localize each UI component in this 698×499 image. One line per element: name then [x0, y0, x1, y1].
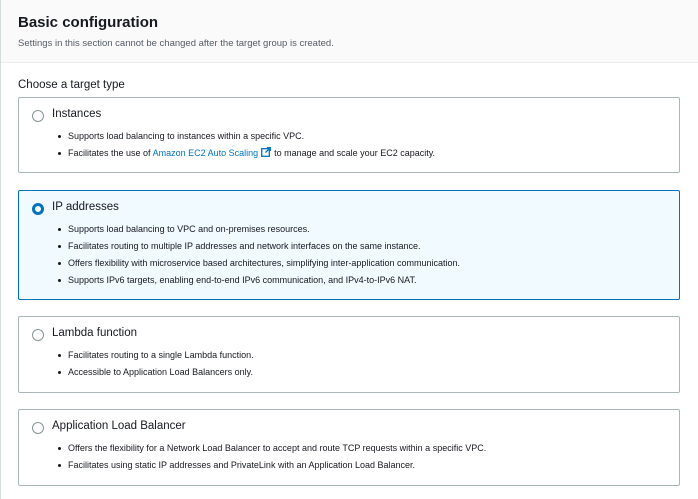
bullet-item: Supports IPv6 targets, enabling end-to-e…: [56, 272, 671, 289]
bullet-item: Supports load balancing to VPC and on-pr…: [56, 221, 671, 238]
option-bullets: Supports load balancing to VPC and on-pr…: [56, 221, 671, 289]
external-link-icon[interactable]: [261, 147, 272, 157]
option-title: Instances: [52, 108, 102, 120]
target-type-option-lambda-function[interactable]: Lambda function Facilitates routing to a…: [18, 316, 680, 393]
bullet-item: Facilitates the use of Amazon EC2 Auto S…: [56, 145, 671, 162]
radio-lambda-function[interactable]: [32, 329, 44, 341]
basic-configuration-panel: Basic configuration Settings in this sec…: [0, 0, 698, 499]
bullet-item: Offers the flexibility for a Network Loa…: [56, 440, 671, 457]
ec2-auto-scaling-link[interactable]: Amazon EC2 Auto Scaling: [153, 148, 259, 158]
radio-application-load-balancer[interactable]: [32, 422, 44, 434]
panel-title: Basic configuration: [18, 14, 159, 31]
radio-ip-addresses[interactable]: [32, 203, 44, 215]
panel-header: Basic configuration Settings in this sec…: [1, 0, 698, 63]
bullet-item: Facilitates routing to a single Lambda f…: [56, 347, 671, 364]
bullet-item: Accessible to Application Load Balancers…: [56, 364, 671, 381]
option-title: Lambda function: [52, 327, 138, 339]
bullet-item: Facilitates routing to multiple IP addre…: [56, 238, 671, 255]
panel-description: Settings in this section cannot be chang…: [18, 38, 334, 49]
target-type-label: Choose a target type: [18, 79, 125, 91]
option-bullets: Supports load balancing to instances wit…: [56, 128, 671, 162]
bullet-item: Supports load balancing to instances wit…: [56, 128, 671, 145]
option-title: IP addresses: [52, 201, 119, 213]
target-type-option-ip-addresses[interactable]: IP addresses Supports load balancing to …: [18, 190, 680, 300]
target-type-option-application-load-balancer[interactable]: Application Load Balancer Offers the fle…: [18, 409, 680, 486]
option-bullets: Offers the flexibility for a Network Loa…: [56, 440, 671, 474]
option-title: Application Load Balancer: [52, 420, 186, 432]
radio-instances[interactable]: [32, 110, 44, 122]
bullet-item: Facilitates using static IP addresses an…: [56, 457, 671, 474]
option-bullets: Facilitates routing to a single Lambda f…: [56, 347, 671, 381]
bullet-text: to manage and scale your EC2 capacity.: [274, 148, 436, 158]
bullet-item: Offers flexibility with microservice bas…: [56, 255, 671, 272]
target-type-option-instances[interactable]: Instances Supports load balancing to ins…: [18, 97, 680, 173]
bullet-text: Facilitates the use of: [68, 148, 151, 158]
